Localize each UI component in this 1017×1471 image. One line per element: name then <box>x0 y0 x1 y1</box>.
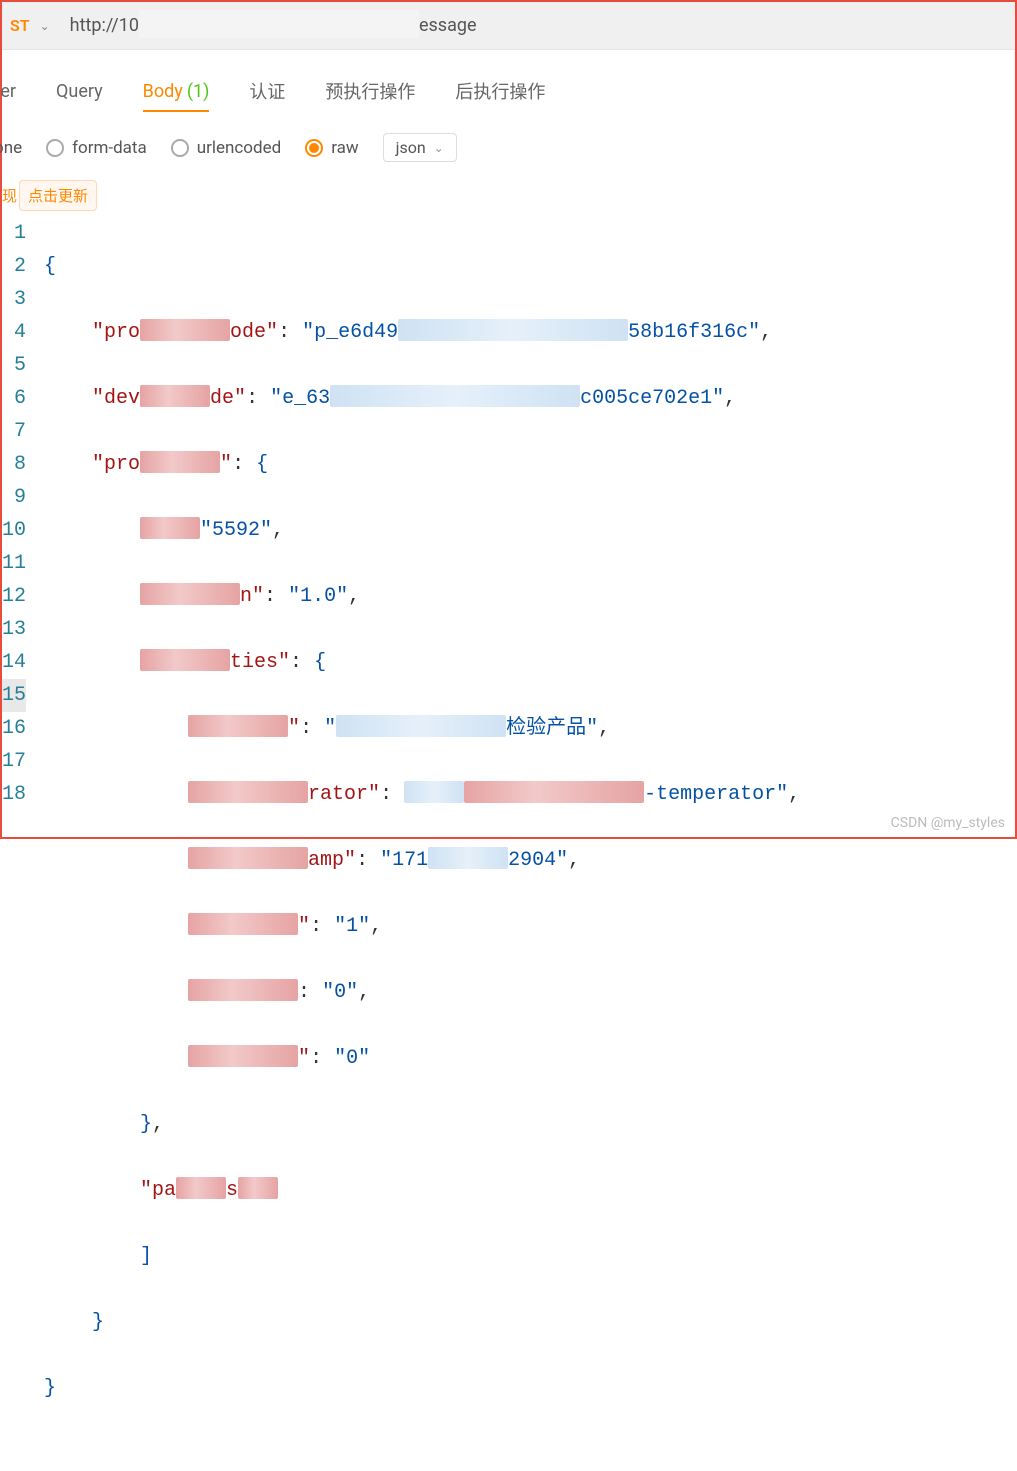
chevron-down-icon[interactable]: ⌄ <box>40 19 50 33</box>
url-bar: ST ⌄ http://10 essage <box>2 2 1015 50</box>
radio-icon <box>46 139 64 157</box>
body-type-form-data[interactable]: form-data <box>46 138 147 158</box>
url-input-suffix[interactable]: essage <box>419 15 477 36</box>
http-method-select[interactable]: ST <box>10 16 40 35</box>
body-type-selector: one form-data urlencoded raw json ⌄ <box>2 115 1015 180</box>
radio-icon <box>305 139 323 157</box>
raw-format-select[interactable]: json ⌄ <box>383 133 457 162</box>
tab-header[interactable]: ler <box>0 73 16 112</box>
tab-body[interactable]: Body(1) <box>143 73 210 112</box>
request-tabs: ler Query Body(1) 认证 预执行操作 后执行操作 <box>2 50 1015 115</box>
watermark: CSDN @my_styles <box>891 815 1005 831</box>
update-link[interactable]: 点击更新 <box>19 180 97 211</box>
code-body[interactable]: { "proode": "p_e6d4958b16f316c", "devde"… <box>44 217 1015 1471</box>
notice-prefix: 现 <box>2 187 17 205</box>
json-editor[interactable]: 123456789101112131415161718 { "proode": … <box>2 217 1015 1471</box>
tab-post-request[interactable]: 后执行操作 <box>455 70 545 114</box>
chevron-down-icon: ⌄ <box>434 141 444 155</box>
radio-icon <box>171 139 189 157</box>
body-type-none[interactable]: one <box>0 138 22 158</box>
url-redacted <box>139 10 419 38</box>
body-type-raw[interactable]: raw <box>305 138 358 158</box>
url-input-prefix[interactable]: http://10 <box>62 15 139 36</box>
update-notice-bar: 现 点击更新 <box>2 180 1015 211</box>
tab-query[interactable]: Query <box>56 73 103 112</box>
body-type-urlencoded[interactable]: urlencoded <box>171 138 281 158</box>
tab-auth[interactable]: 认证 <box>249 70 285 114</box>
tab-pre-request[interactable]: 预执行操作 <box>325 70 415 114</box>
line-gutter: 123456789101112131415161718 <box>2 217 44 1471</box>
